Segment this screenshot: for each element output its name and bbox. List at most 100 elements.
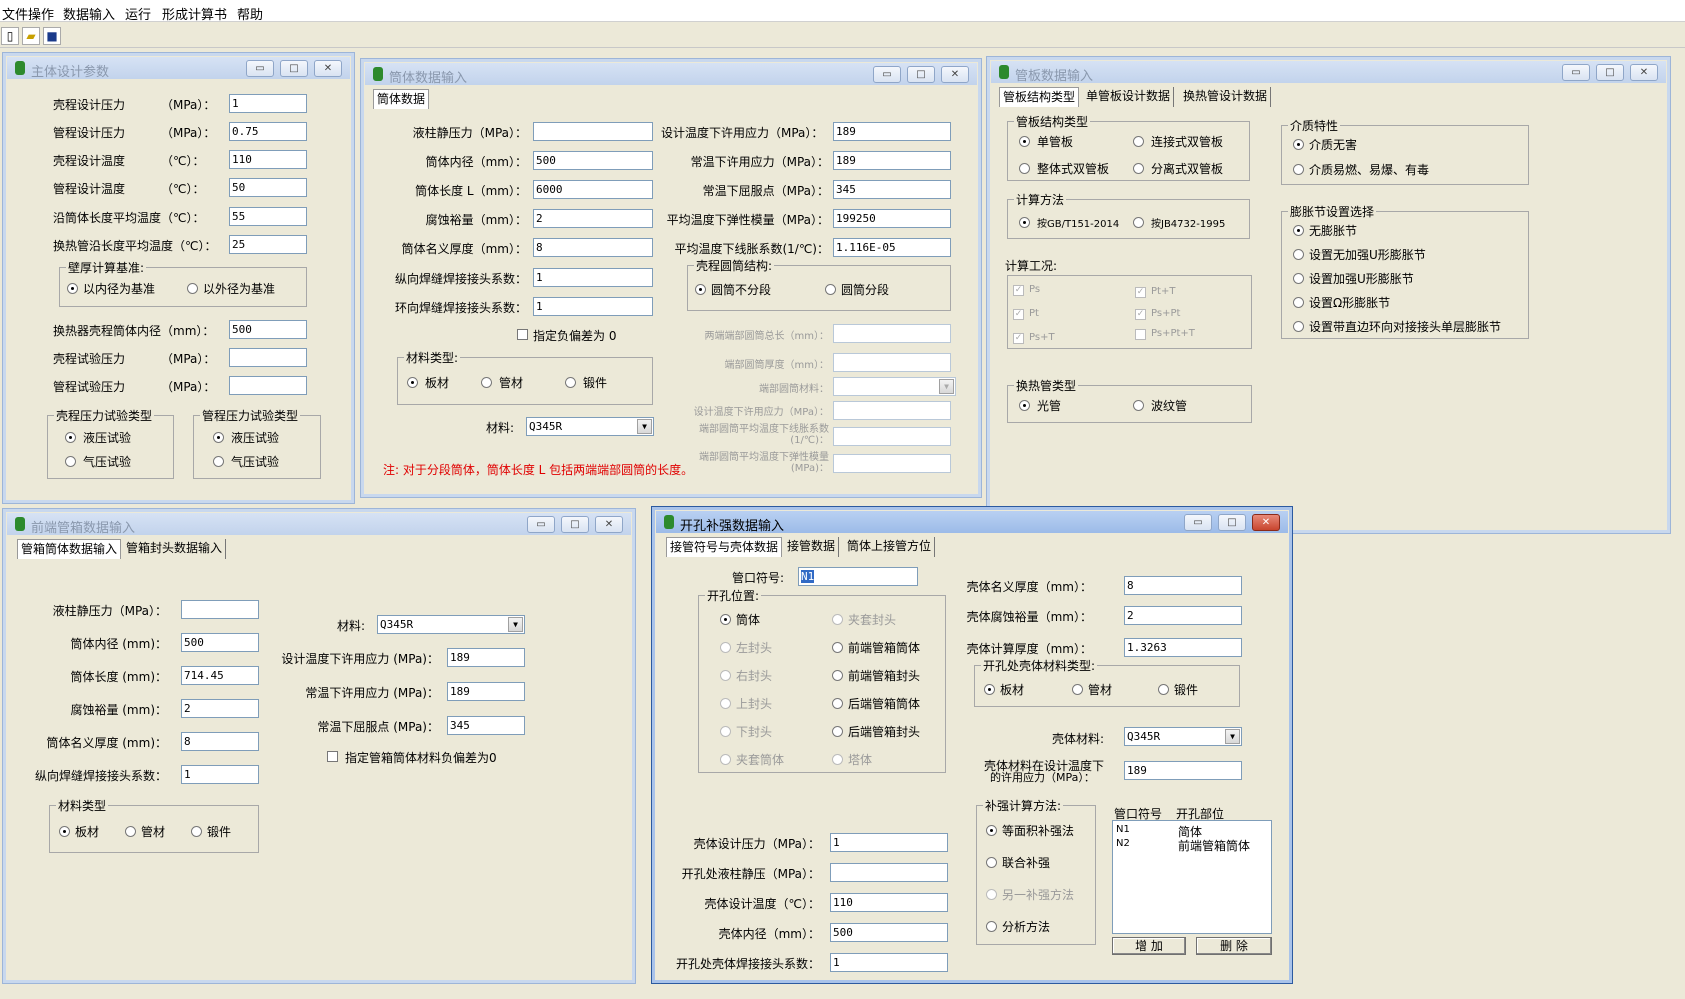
input-inner-diameter[interactable]: 500 <box>533 151 653 170</box>
menu-item-help[interactable]: 帮助 <box>237 4 263 23</box>
input-inner-diameter[interactable]: 500 <box>181 633 259 652</box>
radio-pos-right-head[interactable] <box>720 670 731 681</box>
input-opening-weld[interactable]: 1 <box>830 953 948 972</box>
radio-separate-double[interactable] <box>1133 163 1144 174</box>
checkbox-ps[interactable]: ✓ <box>1013 285 1024 296</box>
input-long-weld[interactable]: 1 <box>181 765 259 784</box>
tab-shell-data[interactable]: 筒体数据 <box>373 89 430 109</box>
input-end-expansion[interactable] <box>833 427 951 446</box>
menu-item-data-input[interactable]: 数据输入 <box>63 4 115 23</box>
minimize-icon[interactable]: ▭ <box>873 66 901 83</box>
maximize-icon[interactable]: □ <box>280 60 308 77</box>
input-allow-stress[interactable]: 189 <box>1124 761 1242 780</box>
input-shell-nominal-thickness[interactable]: 8 <box>1124 576 1242 595</box>
input-tube-pressure[interactable]: 0.75 <box>229 122 307 141</box>
radio-smooth-tube[interactable] <box>1019 400 1030 411</box>
input-corrosion[interactable]: 2 <box>181 699 259 718</box>
checkbox-ps-pt[interactable]: ✓ <box>1135 309 1146 320</box>
radio-pos-top-head[interactable] <box>720 698 731 709</box>
tab-struct-type[interactable]: 管板结构类型 <box>999 87 1080 107</box>
radio-combined[interactable] <box>986 857 997 868</box>
close-icon[interactable]: ✕ <box>1630 64 1658 81</box>
tab-single-plate[interactable]: 单管板设计数据 <box>1083 87 1175 107</box>
radio-shell-hydro[interactable] <box>65 432 76 443</box>
radio-pos-front-channel-shell[interactable] <box>832 642 843 653</box>
save-disk-icon[interactable]: ■ <box>43 27 61 45</box>
input-elastic-modulus[interactable]: 199250 <box>833 209 951 228</box>
maximize-icon[interactable]: □ <box>907 66 935 83</box>
tab-channel-shell[interactable]: 管箱筒体数据输入 <box>17 539 122 559</box>
radio-pos-rear-channel-shell[interactable] <box>832 698 843 709</box>
list-item[interactable]: N2 前端管箱筒体 <box>1116 838 1266 853</box>
radio-pos-left-head[interactable] <box>720 642 731 653</box>
close-icon[interactable]: ✕ <box>941 66 969 83</box>
delete-button[interactable]: 删 除 <box>1196 937 1272 955</box>
radio-reinforced-u-joint[interactable] <box>1293 273 1304 284</box>
radio-medium-hazard[interactable] <box>1293 164 1304 175</box>
radio-shell-forging[interactable] <box>1158 684 1169 695</box>
input-room-allow[interactable]: 189 <box>447 682 525 701</box>
input-room-allow[interactable]: 189 <box>833 151 951 170</box>
select-end-material[interactable]: ▼ <box>833 377 956 396</box>
minimize-icon[interactable]: ▭ <box>1184 514 1212 531</box>
radio-gb151[interactable] <box>1019 217 1030 228</box>
radio-integral-double[interactable] <box>1019 163 1030 174</box>
radio-tube-hydro[interactable] <box>213 432 224 443</box>
radio-tube-pneumatic[interactable] <box>213 456 224 467</box>
radio-pos-front-channel-head[interactable] <box>832 670 843 681</box>
input-tube-avg-temp[interactable]: 25 <box>229 235 307 254</box>
nozzle-list[interactable]: N1 简体 N2 前端管箱筒体 <box>1112 820 1272 934</box>
input-shell-corrosion[interactable]: 2 <box>1124 606 1242 625</box>
radio-pipe[interactable] <box>125 826 136 837</box>
radio-segment[interactable] <box>825 284 836 295</box>
close-icon[interactable]: ✕ <box>595 516 623 533</box>
radio-pipe[interactable] <box>481 377 492 388</box>
input-shell-temp[interactable]: 110 <box>229 150 307 169</box>
list-item[interactable]: N1 简体 <box>1116 824 1266 839</box>
checkbox-ps-pt-t[interactable] <box>1135 329 1146 340</box>
close-icon[interactable]: ✕ <box>1252 514 1280 531</box>
radio-shell-pneumatic[interactable] <box>65 456 76 467</box>
radio-straight-edge-joint[interactable] <box>1293 321 1304 332</box>
maximize-icon[interactable]: □ <box>1596 64 1624 81</box>
menu-item-file[interactable]: 文件操作 <box>2 4 54 23</box>
input-design-allow[interactable]: 189 <box>447 648 525 667</box>
input-shell-design-pressure[interactable]: 1 <box>830 833 948 852</box>
minimize-icon[interactable]: ▭ <box>1562 64 1590 81</box>
radio-outer-diameter[interactable] <box>187 283 198 294</box>
input-end-length[interactable] <box>833 324 951 343</box>
radio-pos-tower[interactable] <box>832 754 843 765</box>
tab-nozzle-shell[interactable]: 接管符号与壳体数据 <box>666 537 783 557</box>
minimize-icon[interactable]: ▭ <box>527 516 555 533</box>
input-circ-weld[interactable]: 1 <box>533 297 653 316</box>
menu-item-report[interactable]: 形成计算书 <box>162 4 227 23</box>
input-nominal-thickness[interactable]: 8 <box>181 732 259 751</box>
checkbox-neg-deviation[interactable] <box>327 751 338 762</box>
input-shell-inner-diameter[interactable]: 500 <box>229 320 307 339</box>
radio-pos-shell[interactable] <box>720 614 731 625</box>
input-long-weld[interactable]: 1 <box>533 268 653 287</box>
tab-tube-data[interactable]: 换热管设计数据 <box>1180 87 1272 107</box>
radio-plate[interactable] <box>407 377 418 388</box>
input-shell-pressure[interactable]: 1 <box>229 94 307 113</box>
radio-plate[interactable] <box>59 826 70 837</box>
radio-pos-bottom-head[interactable] <box>720 726 731 737</box>
select-material[interactable]: Q345R ▼ <box>526 417 654 436</box>
radio-shell-pipe[interactable] <box>1072 684 1083 695</box>
radio-u-joint[interactable] <box>1293 249 1304 260</box>
radio-analysis[interactable] <box>986 921 997 932</box>
radio-forging[interactable] <box>565 377 576 388</box>
select-material[interactable]: Q345R ▼ <box>377 615 525 634</box>
tab-channel-head[interactable]: 管箱封头数据输入 <box>123 539 227 559</box>
radio-forging[interactable] <box>191 826 202 837</box>
checkbox-ps-t[interactable]: ✓ <box>1013 333 1024 344</box>
radio-shell-plate[interactable] <box>984 684 995 695</box>
input-expansion-coef[interactable]: 1.116E-05 <box>833 238 951 257</box>
input-static-pressure[interactable] <box>181 600 259 619</box>
radio-corrugated-tube[interactable] <box>1133 400 1144 411</box>
checkbox-neg-deviation[interactable] <box>517 329 528 340</box>
input-design-allow[interactable]: 189 <box>833 122 951 141</box>
radio-no-segment[interactable] <box>695 284 706 295</box>
radio-jb4732[interactable] <box>1133 217 1144 228</box>
input-length[interactable]: 714.45 <box>181 666 259 685</box>
